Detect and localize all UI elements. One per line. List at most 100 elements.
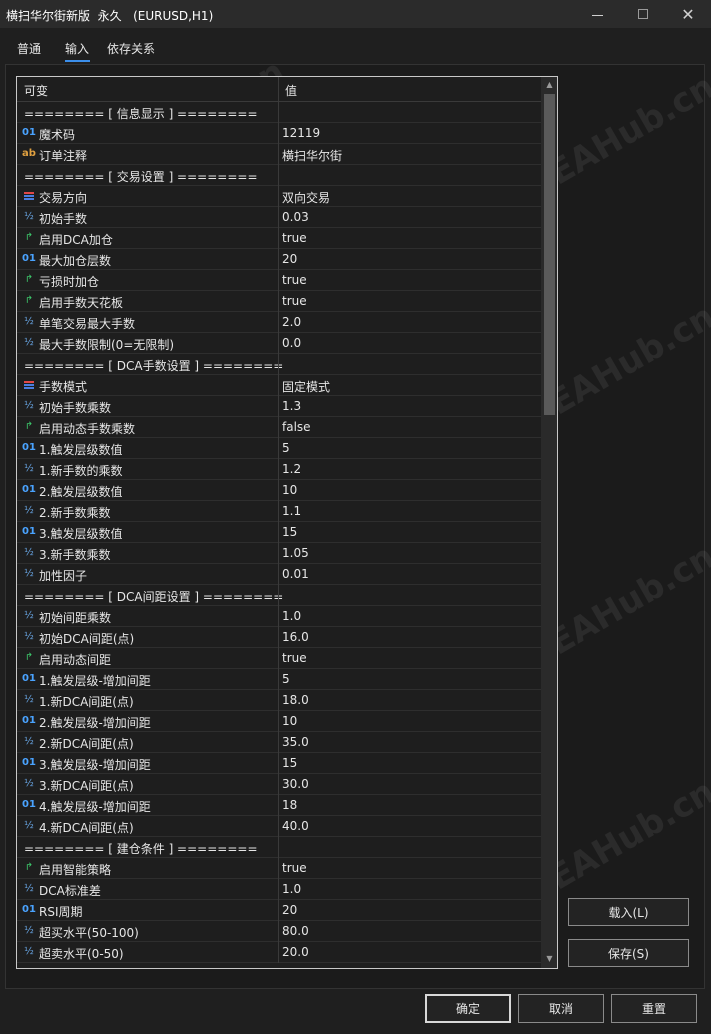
param-value[interactable]: 2.0 xyxy=(282,315,301,329)
param-value[interactable]: 15 xyxy=(282,525,297,539)
table-row[interactable]: ↱ 亏损时加仓 true xyxy=(17,270,541,291)
section-header-row[interactable]: ======== [ DCA间距设置 ] ======== xyxy=(17,585,541,606)
table-row[interactable]: 01 RSI周期 20 xyxy=(17,900,541,921)
param-value[interactable]: 双向交易 xyxy=(282,189,330,206)
param-value[interactable]: 固定模式 xyxy=(282,378,330,395)
scroll-up-icon[interactable]: ▲ xyxy=(541,79,557,91)
table-row[interactable]: 交易方向 双向交易 xyxy=(17,186,541,207)
table-row[interactable]: 01 3.触发层级数值 15 xyxy=(17,522,541,543)
param-value[interactable]: false xyxy=(282,420,311,434)
param-value[interactable]: 5 xyxy=(282,441,290,455)
table-row[interactable]: ½ 初始手数 0.03 xyxy=(17,207,541,228)
cell-divider xyxy=(278,648,279,669)
param-value[interactable]: 1.1 xyxy=(282,504,301,518)
table-row[interactable]: 01 1.触发层级-增加间距 5 xyxy=(17,669,541,690)
table-row[interactable]: ½ 单笔交易最大手数 2.0 xyxy=(17,312,541,333)
table-row[interactable]: ab 订单注释 横扫华尔街 xyxy=(17,144,541,165)
table-row[interactable]: ½ 2.新DCA间距(点) 35.0 xyxy=(17,732,541,753)
param-value[interactable]: true xyxy=(282,294,307,308)
scroll-thumb[interactable] xyxy=(544,94,555,415)
param-value[interactable]: 1.3 xyxy=(282,399,301,413)
table-row[interactable]: 01 最大加仓层数 20 xyxy=(17,249,541,270)
table-row[interactable]: ½ DCA标准差 1.0 xyxy=(17,879,541,900)
section-header-row[interactable]: ======== [ 建仓条件 ] ======== xyxy=(17,837,541,858)
param-value[interactable]: 30.0 xyxy=(282,777,309,791)
maximize-button[interactable] xyxy=(620,0,666,28)
param-value[interactable]: 1.05 xyxy=(282,546,309,560)
param-value[interactable]: 1.0 xyxy=(282,882,301,896)
vertical-scrollbar[interactable]: ▲ ▼ xyxy=(541,77,557,968)
section-header-row[interactable]: ======== [ DCA手数设置 ] ======== xyxy=(17,354,541,375)
table-row[interactable]: ½ 初始手数乘数 1.3 xyxy=(17,396,541,417)
maximize-icon xyxy=(638,9,648,19)
param-value[interactable]: 20 xyxy=(282,252,297,266)
table-row[interactable]: ½ 1.新DCA间距(点) 18.0 xyxy=(17,690,541,711)
param-value[interactable]: 35.0 xyxy=(282,735,309,749)
param-value[interactable]: 40.0 xyxy=(282,819,309,833)
table-row[interactable]: 01 4.触发层级-增加间距 18 xyxy=(17,795,541,816)
cancel-button[interactable]: 取消 xyxy=(518,994,604,1023)
table-row[interactable]: ½ 3.新手数乘数 1.05 xyxy=(17,543,541,564)
save-button[interactable]: 保存(S) xyxy=(568,939,689,967)
table-row[interactable]: 手数模式 固定模式 xyxy=(17,375,541,396)
param-value[interactable]: 20 xyxy=(282,903,297,917)
param-value[interactable]: 0.0 xyxy=(282,336,301,350)
param-value[interactable]: 15 xyxy=(282,756,297,770)
param-value[interactable]: true xyxy=(282,861,307,875)
param-value[interactable]: 5 xyxy=(282,672,290,686)
param-value[interactable]: true xyxy=(282,273,307,287)
table-row[interactable]: 01 魔术码 12119 xyxy=(17,123,541,144)
table-row[interactable]: ½ 初始间距乘数 1.0 xyxy=(17,606,541,627)
table-row[interactable]: ↱ 启用动态手数乘数 false xyxy=(17,417,541,438)
table-row[interactable]: 01 2.触发层级-增加间距 10 xyxy=(17,711,541,732)
table-row[interactable]: ½ 1.新手数的乘数 1.2 xyxy=(17,459,541,480)
param-value[interactable]: true xyxy=(282,231,307,245)
table-row[interactable]: ½ 4.新DCA间距(点) 40.0 xyxy=(17,816,541,837)
section-header-row[interactable]: ======== [ 信息显示 ] ======== xyxy=(17,102,541,123)
table-row[interactable]: ½ 初始DCA间距(点) 16.0 xyxy=(17,627,541,648)
tab-inputs[interactable]: 输入 xyxy=(65,40,89,57)
cell-divider xyxy=(278,417,279,438)
close-button[interactable]: ✕ xyxy=(665,0,711,28)
table-row[interactable]: 01 3.触发层级-增加间距 15 xyxy=(17,753,541,774)
section-title: ======== [ DCA间距设置 ] ======== xyxy=(24,590,284,604)
param-value[interactable]: true xyxy=(282,651,307,665)
double-icon: ½ xyxy=(24,505,34,516)
param-value[interactable]: 20.0 xyxy=(282,945,309,959)
table-row[interactable]: ½ 超卖水平(0-50) 20.0 xyxy=(17,942,541,963)
param-value[interactable]: 18.0 xyxy=(282,693,309,707)
param-value[interactable]: 横扫华尔街 xyxy=(282,147,342,164)
table-row[interactable]: ½ 超买水平(50-100) 80.0 xyxy=(17,921,541,942)
minimize-button[interactable] xyxy=(574,0,620,28)
column-divider[interactable] xyxy=(278,77,279,102)
param-value[interactable]: 12119 xyxy=(282,126,320,140)
table-row[interactable]: ↱ 启用智能策略 true xyxy=(17,858,541,879)
table-row[interactable]: ½ 最大手数限制(0=无限制) 0.0 xyxy=(17,333,541,354)
table-row[interactable]: ↱ 启用手数天花板 true xyxy=(17,291,541,312)
param-value[interactable]: 10 xyxy=(282,483,297,497)
param-value[interactable]: 80.0 xyxy=(282,924,309,938)
ok-button[interactable]: 确定 xyxy=(425,994,511,1023)
load-button[interactable]: 载入(L) xyxy=(568,898,689,926)
section-header-row[interactable]: ======== [ 交易设置 ] ======== xyxy=(17,165,541,186)
table-row[interactable]: 01 2.触发层级数值 10 xyxy=(17,480,541,501)
param-value[interactable]: 16.0 xyxy=(282,630,309,644)
param-value[interactable]: 1.2 xyxy=(282,462,301,476)
param-value[interactable]: 0.01 xyxy=(282,567,309,581)
table-row[interactable]: ↱ 启用DCA加仓 true xyxy=(17,228,541,249)
tab-dependencies[interactable]: 依存关系 xyxy=(107,40,155,57)
table-row[interactable]: ½ 3.新DCA间距(点) 30.0 xyxy=(17,774,541,795)
reset-button[interactable]: 重置 xyxy=(611,994,697,1023)
param-value[interactable]: 0.03 xyxy=(282,210,309,224)
tab-general[interactable]: 普通 xyxy=(17,40,41,57)
table-row[interactable]: ↱ 启用动态间距 true xyxy=(17,648,541,669)
column-header-value[interactable]: 值 xyxy=(285,82,297,99)
column-header-variable[interactable]: 可变 xyxy=(24,82,48,99)
param-value[interactable]: 1.0 xyxy=(282,609,301,623)
table-row[interactable]: ½ 加性因子 0.01 xyxy=(17,564,541,585)
param-value[interactable]: 10 xyxy=(282,714,297,728)
table-row[interactable]: ½ 2.新手数乘数 1.1 xyxy=(17,501,541,522)
scroll-down-icon[interactable]: ▼ xyxy=(541,953,557,965)
param-value[interactable]: 18 xyxy=(282,798,297,812)
table-row[interactable]: 01 1.触发层级数值 5 xyxy=(17,438,541,459)
